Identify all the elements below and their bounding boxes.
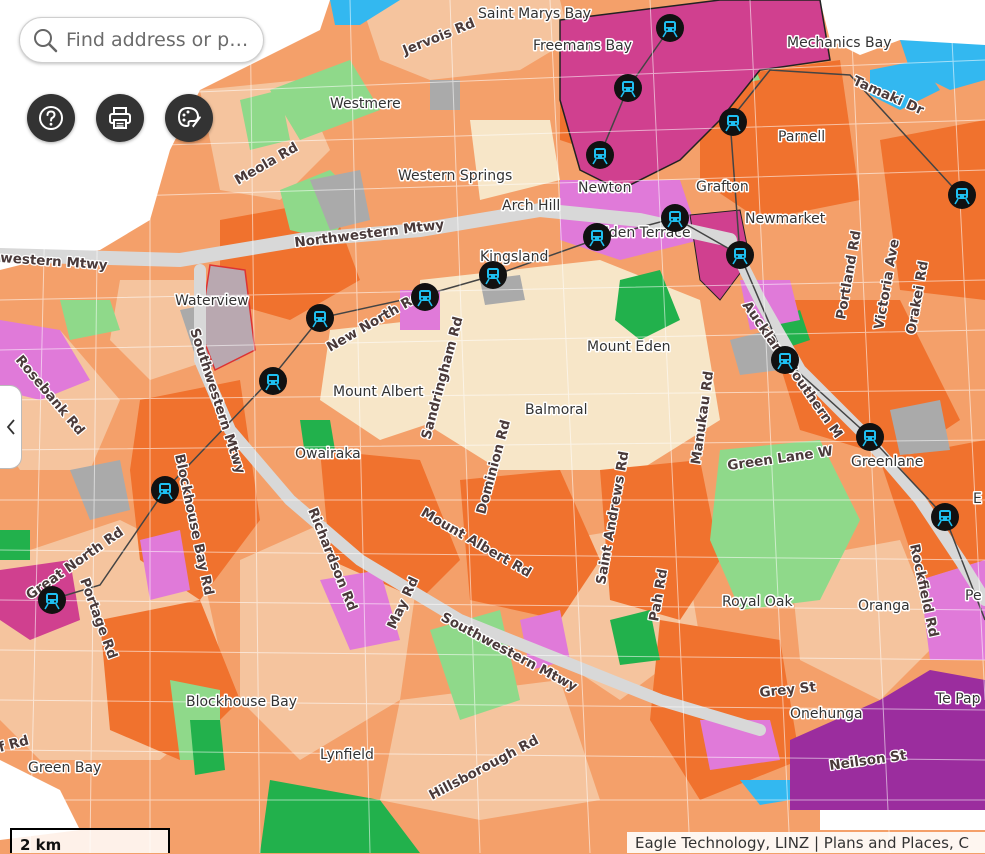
train-station-icon[interactable]	[583, 223, 611, 251]
place-label-newton: Newton	[578, 180, 631, 196]
train-station-icon[interactable]	[948, 181, 976, 209]
train-station-icon[interactable]	[771, 346, 799, 374]
place-label-balmoral: Balmoral	[525, 402, 588, 418]
train-station-icon[interactable]	[259, 367, 287, 395]
train-station-icon[interactable]	[661, 204, 689, 232]
place-label-newmarket: Newmarket	[745, 211, 826, 227]
place-label-ellerslie: E	[973, 491, 982, 507]
train-station-icon[interactable]	[479, 261, 507, 289]
scale-bar-label: 2 km	[20, 836, 62, 854]
train-station-icon[interactable]	[151, 476, 179, 504]
train-station-icon[interactable]	[306, 304, 334, 332]
place-label-grafton: Grafton	[696, 179, 749, 195]
place-label-arch-hill: Arch Hill	[502, 198, 560, 214]
place-label-mechanics-bay: Mechanics Bay	[787, 35, 892, 51]
train-station-icon[interactable]	[38, 586, 66, 614]
search-input[interactable]	[64, 28, 263, 52]
train-station-icon[interactable]	[719, 108, 747, 136]
zoning-map[interactable]: Jervois RdTamaki DrMeola RdNorthwestern …	[0, 0, 985, 853]
place-label-freemans-bay: Freemans Bay	[533, 38, 632, 54]
place-label-green-bay: Green Bay	[28, 760, 101, 776]
place-label-western-springs: Western Springs	[398, 168, 512, 184]
place-label-onehunga: Onehunga	[790, 706, 863, 722]
scale-bar: 2 km	[10, 828, 170, 854]
search-box[interactable]	[19, 17, 264, 63]
place-label-saint-marys-bay: Saint Marys Bay	[478, 6, 591, 22]
side-panel-toggle[interactable]	[0, 385, 22, 469]
place-label-owairaka: Owairaka	[295, 446, 361, 462]
place-label-royal-oak: Royal Oak	[722, 594, 793, 610]
train-station-icon[interactable]	[856, 423, 884, 451]
place-label-waterview: Waterview	[175, 293, 249, 309]
place-label-te-papapa: Te Pap	[935, 691, 981, 707]
place-label-mount-eden: Mount Eden	[587, 339, 671, 355]
train-station-icon[interactable]	[931, 503, 959, 531]
palette-icon	[177, 106, 201, 128]
place-label-blockhouse-bay: Blockhouse Bay	[186, 694, 297, 710]
attribution-text: Eagle Technology, LINZ | Plans and Place…	[635, 834, 969, 852]
question-circle-icon	[39, 106, 63, 130]
place-label-parnell: Parnell	[778, 129, 825, 145]
place-label-oranga: Oranga	[858, 598, 910, 614]
map-attribution: Eagle Technology, LINZ | Plans and Place…	[627, 832, 985, 853]
chevron-left-icon	[6, 419, 15, 435]
printer-icon	[109, 107, 131, 129]
search-icon	[34, 29, 58, 53]
train-station-icon[interactable]	[411, 283, 439, 311]
place-label-westmere: Westmere	[330, 96, 401, 112]
place-label-greenlane: Greenlane	[851, 454, 923, 470]
place-label-mount-albert: Mount Albert	[333, 384, 424, 400]
help-button[interactable]	[27, 94, 75, 142]
print-button[interactable]	[96, 94, 144, 142]
train-station-icon[interactable]	[586, 141, 614, 169]
place-label-penrose: Pe	[965, 588, 982, 604]
train-station-icon[interactable]	[656, 14, 684, 42]
train-station-icon[interactable]	[726, 241, 754, 269]
train-station-icon[interactable]	[614, 74, 642, 102]
basemap-style-button[interactable]	[165, 94, 213, 142]
place-label-lynfield: Lynfield	[320, 747, 374, 763]
